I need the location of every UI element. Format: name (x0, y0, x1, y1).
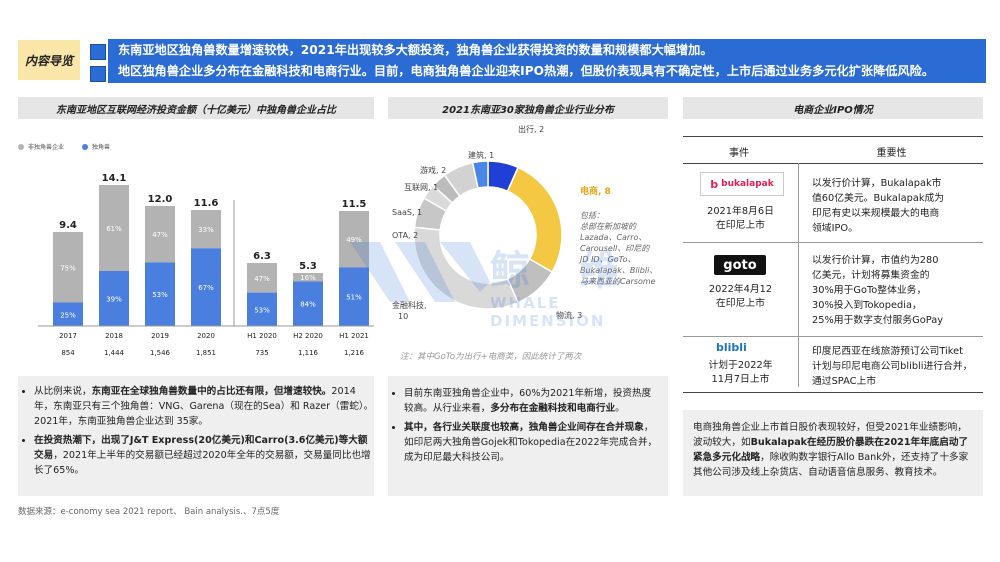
x-tick-label: H1 2021 (339, 332, 369, 340)
deal-count-label: 1,116 (298, 349, 319, 357)
stacked-bar-chart: 9.4 75% 25% 2017 854 14.1 61% 39% 2018 1,444 12.0 4… (18, 150, 374, 362)
bar-share-label: 16% (300, 274, 316, 282)
x-tick-label: H1 2020 (247, 332, 277, 340)
middle-bullet-1: 目前东南亚独角兽企业中，60%为2021年新增，投资热度较高。从行业来看，多分布… (404, 386, 660, 416)
slice-label: OTA, 2 (392, 231, 418, 240)
donut-slice (508, 167, 562, 272)
ecommerce-annotation: 总部在新加坡的 (580, 222, 637, 231)
table-column-divider (798, 163, 799, 387)
bar-total-label: 5.3 (299, 261, 317, 272)
x-tick-label: 2017 (59, 332, 77, 340)
bar-share-label: 47% (254, 275, 270, 283)
bullet-square-icon (90, 66, 106, 82)
blibli-logo: blibli (716, 341, 747, 354)
bar-share-label: 53% (254, 306, 270, 314)
right-section-title: 电商企业IPO情况 (683, 97, 983, 119)
deal-count-label: 1,546 (150, 349, 171, 357)
x-tick-label: H2 2020 (293, 332, 323, 340)
importance-row-1: 以发行价计算，Bukalapak市值60亿美元。Bukalapak成为 印尼有史… (812, 176, 984, 236)
event-row-2: 2022年4月12在印尼上市 (683, 283, 798, 311)
slice-label: 物流, 3 (556, 310, 582, 320)
bar-share-label: 51% (346, 294, 362, 302)
middle-text-box: 目前东南亚独角兽企业中，60%为2021年新增，投资热度较高。从行业来看，多分布… (388, 376, 668, 496)
table-row-rule (683, 336, 983, 337)
bar-share-label: 47% (152, 231, 168, 239)
bar-total-label: 9.4 (59, 220, 77, 231)
deal-count-label: 1,851 (196, 349, 216, 357)
x-tick-label: 2018 (105, 332, 123, 340)
slice-label: 出行, 2 (518, 124, 544, 134)
bar-share-label: 25% (60, 311, 76, 319)
importance-row-2: 以发行价计算，市值约为280亿美元，计划将募集资金的 30%用于GoTo整体业务… (812, 253, 984, 328)
left-section-title: 东南亚地区互联网经济投资金额（十亿美元）中独角兽企业占比 (18, 97, 374, 119)
deal-count-label: 854 (61, 349, 75, 357)
ecommerce-annotation: 包括： (580, 211, 604, 220)
bullet-square-icon (90, 44, 106, 60)
event-row-1: 2021年8月6日在印尼上市 (683, 205, 798, 233)
slice-label: 游戏, 2 (420, 165, 446, 175)
deal-count-label: 735 (255, 349, 268, 357)
col-header-event: 事件 (683, 144, 795, 159)
col-header-importance: 重要性 (800, 144, 983, 159)
x-tick-label: 2019 (151, 332, 169, 340)
right-summary-box: 电商独角兽企业上市首日股价表现较好，但受2021年业绩影响，波动较大，如Buka… (683, 410, 983, 496)
donut-note: 注：其中GoTo为出行+电商类，因此统计了两次 (400, 350, 581, 362)
bar-share-label: 67% (198, 284, 214, 292)
slice-label: 10 (398, 312, 408, 321)
table-top-rule (683, 136, 983, 137)
industry-donut-chart: 出行, 2 电商, 8 物流, 3 金融科技, 10 OTA, 2 SaaS, 1 互联网, … (388, 120, 678, 350)
slice-label: SaaS, 1 (392, 208, 422, 217)
bar-share-label: 53% (152, 291, 168, 299)
slice-label: 互联网, 1 (404, 183, 438, 192)
bukalapak-mark-icon: b (710, 178, 718, 191)
ecommerce-annotation: JD ID、GoTo、 (578, 255, 635, 264)
left-bullet-2: 在投资热潮下，出现了J&T Express(20亿美元)和Carro(3.6亿美… (34, 433, 374, 478)
nav-badge: 内容导览 (18, 40, 80, 80)
left-bullet-1: 从比例来说，东南亚在全球独角兽数量中的占比还有限，但增速较快。2014 年，东南… (34, 384, 374, 429)
table-bottom-rule (683, 392, 983, 393)
source-note: 数据来源：e-conomy sea 2021 report、 Bain anal… (18, 505, 279, 517)
slice-label: 金融科技, (392, 300, 427, 310)
ecommerce-annotation: Bukalapak、Blibli、 (580, 266, 657, 275)
bar-share-label: 84% (300, 301, 316, 309)
legend-swatch-unicorn (82, 144, 88, 150)
bar-total-label: 11.5 (342, 199, 367, 210)
deal-count-label: 1,444 (104, 349, 125, 357)
ecommerce-annotation: Lazada、Carro、 (580, 233, 646, 242)
bar-share-label: 75% (60, 264, 76, 272)
middle-bullet-2: 其中，各行业关联度也较高，独角兽企业间存在合并现象，如印尼两大独角兽Gojek和… (404, 420, 660, 465)
goto-logo: goto (714, 255, 766, 275)
bar-share-label: 49% (346, 236, 362, 244)
header-line-2: 地区独角兽企业多分布在金融科技和电商行业。目前，电商独角兽企业迎来IPO热潮，但… (118, 64, 934, 79)
bar-total-label: 12.0 (148, 194, 173, 205)
donut-slice (414, 227, 518, 309)
bar-share-label: 39% (106, 296, 122, 304)
importance-row-3: 印度尼西亚在线旅游预订公司Tiket计划与印尼电商公司blibli进行合并， 通… (812, 344, 984, 389)
left-text-box: 从比例来说，东南亚在全球独角兽数量中的占比还有限，但增速较快。2014 年，东南… (18, 376, 374, 496)
bar-total-label: 14.1 (102, 173, 127, 184)
bar-total-label: 6.3 (253, 251, 271, 262)
bar-share-label: 61% (106, 225, 122, 233)
table-row-rule (683, 242, 983, 243)
table-header-rule (683, 163, 983, 164)
middle-section-title: 2021东南亚30家独角兽企业行业分布 (388, 97, 668, 119)
bukalapak-logo: b bukalapak (700, 172, 784, 196)
slice-label: 建筑, 1 (468, 150, 494, 160)
x-tick-label: 2020 (197, 332, 215, 340)
event-row-3: 计划于2022年11月7日上市 (683, 359, 798, 387)
header-line-1: 东南亚地区独角兽数量增速较快，2021年出现较多大额投资，独角兽企业获得投资的数… (118, 43, 713, 58)
deal-count-label: 1,216 (344, 349, 365, 357)
legend-swatch-non-unicorn (18, 144, 24, 150)
ecommerce-annotation: Carousell、印尼的 (580, 244, 650, 253)
slice-label: 电商, 8 (580, 185, 611, 197)
ecommerce-annotation: 马来西亚的Carsome (580, 277, 656, 286)
bar-total-label: 11.6 (194, 198, 219, 209)
bar-share-label: 33% (198, 226, 214, 234)
